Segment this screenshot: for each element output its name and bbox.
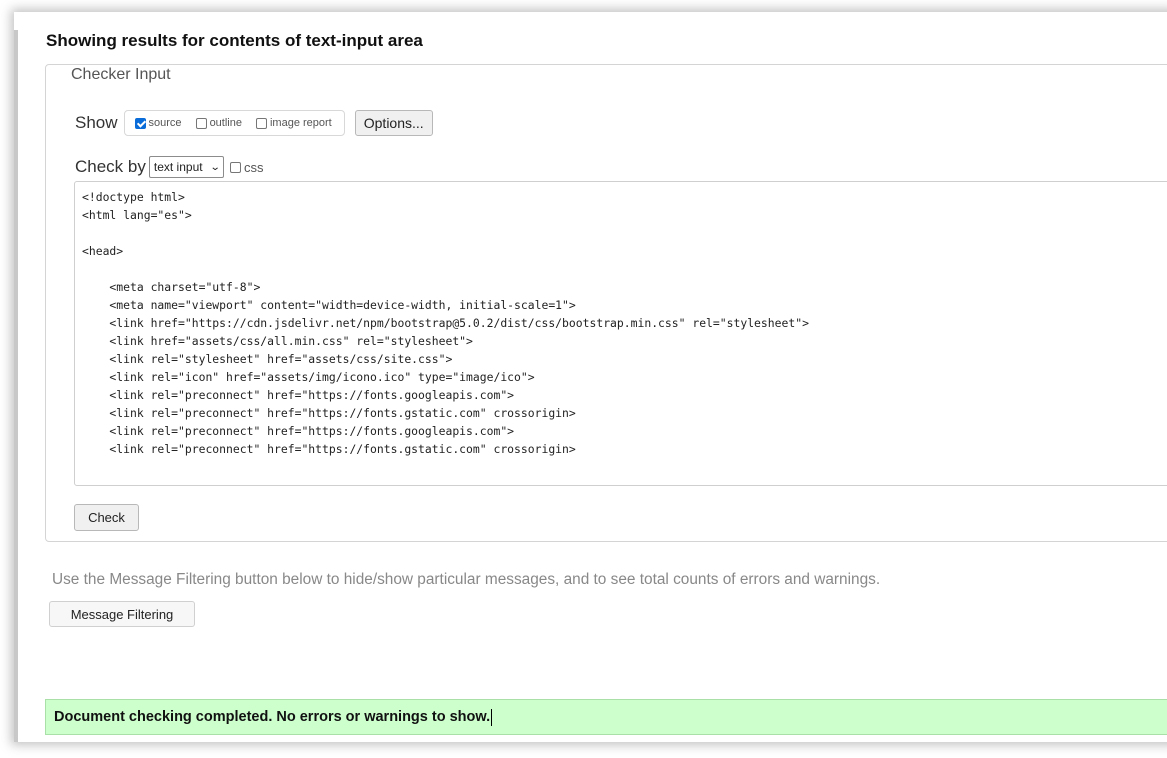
source-line: <meta charset="utf-8">: [82, 280, 261, 294]
source-line: <link rel="preconnect" href="https://fon…: [82, 424, 515, 438]
results-heading: Showing results for contents of text-inp…: [46, 31, 423, 50]
source-line: <meta name="viewport" content="width=dev…: [82, 298, 576, 312]
left-border: [14, 30, 18, 742]
source-line: <link href="assets/css/all.min.css" rel=…: [82, 334, 473, 348]
image-report-label[interactable]: image report: [270, 117, 332, 129]
source-line: <head>: [82, 244, 124, 258]
check-by-label: Check by: [75, 157, 146, 176]
image-report-checkbox[interactable]: [255, 117, 267, 129]
source-line: <html lang="es">: [82, 208, 192, 222]
source-line: [82, 224, 1167, 242]
source-line: <link rel="preconnect" href="https://fon…: [82, 406, 576, 420]
chevron-down-icon: ⌄: [209, 161, 221, 173]
source-line: [82, 260, 1167, 278]
options-button[interactable]: Options...: [354, 110, 433, 136]
show-options-row: Show source outline image report Options…: [75, 108, 433, 138]
source-line: <link rel="preconnect" href="https://fon…: [82, 442, 576, 456]
source-line: <!doctype html>: [82, 190, 185, 204]
source-line: <link rel="stylesheet" href="assets/css/…: [82, 352, 453, 366]
source-label[interactable]: source: [149, 117, 182, 129]
css-checkbox[interactable]: [229, 161, 241, 173]
message-filtering-button[interactable]: Message Filtering: [49, 601, 195, 627]
source-checkbox[interactable]: [134, 117, 146, 129]
show-options-group: source outline image report: [123, 110, 345, 136]
source-line: <link href="https://cdn.jsdelivr.net/npm…: [82, 316, 809, 330]
source-textarea[interactable]: <!doctype html> <html lang="es"> <head> <m…: [74, 181, 1167, 486]
status-message-bar: Document checking completed. No errors o…: [45, 699, 1167, 735]
show-label: Show: [75, 113, 118, 132]
check-by-value: text input: [153, 160, 203, 174]
source-line: <link rel="preconnect" href="https://fon…: [82, 388, 515, 402]
outline-label[interactable]: outline: [210, 117, 242, 129]
css-label[interactable]: css: [244, 160, 264, 175]
message-filtering-info: Use the Message Filtering button below t…: [52, 571, 881, 588]
check-by-row: Check by text input ⌄ css: [75, 154, 263, 180]
text-caret: [491, 708, 493, 726]
check-button[interactable]: Check: [74, 504, 139, 531]
source-line: <link rel="icon" href="assets/img/icono.…: [82, 370, 535, 384]
status-message: Document checking completed. No errors o…: [54, 709, 491, 725]
outline-checkbox[interactable]: [195, 117, 207, 129]
check-by-select[interactable]: text input ⌄: [148, 156, 224, 178]
checker-input-legend: Checker Input: [67, 66, 175, 84]
